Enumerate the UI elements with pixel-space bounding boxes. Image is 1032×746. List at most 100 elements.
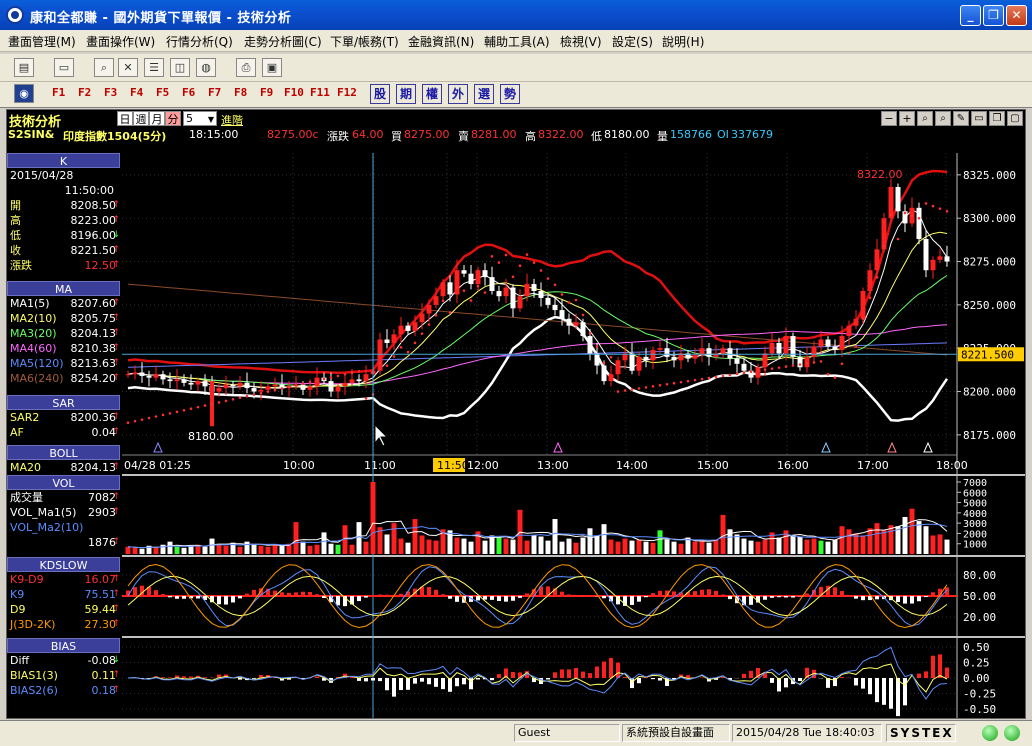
close-button[interactable]: ✕ [1006,5,1027,26]
fkey-f8[interactable]: F8 [234,86,247,99]
magnify-icon[interactable]: ⌕ [917,111,933,126]
info-row-label: Diff [10,654,30,667]
logo-button-icon[interactable]: ◉ [14,84,34,103]
zoom-in-icon[interactable]: + [899,111,915,126]
layout-icon[interactable]: ▤ [14,58,34,77]
menu-item-screen-manage[interactable]: 畫面管理(M) [8,33,76,50]
period-week-button[interactable]: 週 [133,111,149,126]
monitor-icon[interactable]: ▭ [54,58,74,77]
menu-item-order-account[interactable]: 下單/帳務(T) [330,33,399,50]
kd-section-header[interactable]: KDSLOW [7,557,120,572]
menu-item-help[interactable]: 說明(H) [662,33,704,50]
sar-dot [875,275,879,279]
fkey-f11[interactable]: F11 [310,86,330,99]
shortcut-select[interactable]: 選 [474,84,494,104]
ma-section-header[interactable]: MA [7,281,120,296]
fkey-f3[interactable]: F3 [104,86,117,99]
period-day-button[interactable]: 日 [117,111,133,126]
bias-diff-bar [182,676,186,678]
magnify-minus-icon[interactable]: ⌕ [935,111,951,126]
shortcut-options[interactable]: 權 [422,84,442,104]
candle-down [328,381,334,392]
menu-item-view[interactable]: 檢視(V) [560,33,602,50]
fkey-f5[interactable]: F5 [156,86,169,99]
boll-section-header[interactable]: BOLL [7,445,120,460]
sar-dot [777,366,781,369]
volume-bar [188,545,194,554]
sar-section-header[interactable]: SAR [7,395,120,410]
bias-section-header[interactable]: BIAS [7,638,120,653]
minimize-button[interactable]: _ [960,5,981,26]
table-icon[interactable]: ☰ [144,58,164,77]
volume-bar [237,546,243,554]
fkey-f12[interactable]: F12 [337,86,357,99]
sar-dot [672,381,676,385]
maximize-button[interactable]: ❐ [983,5,1004,26]
globe-icon[interactable]: ◍ [196,58,216,77]
bias-diff-bar [392,678,396,697]
technical-chart[interactable]: 8325.0008300.0008275.0008250.0008225.000… [122,153,1025,718]
menu-item-trend-chart[interactable]: 走勢分析圖(C) [244,33,322,50]
candle-down [825,339,831,347]
sar-dot [196,405,200,409]
fkey-f10[interactable]: F10 [284,86,304,99]
fkey-f9[interactable]: F9 [260,86,273,99]
kd-diff-bar [525,593,529,596]
volume-bar [664,539,670,554]
title-bar[interactable]: 康和全都賺 - 國外期貨下單報價 - 技術分析 _ ❐ ✕ [0,0,1032,30]
price-tick-label: 8275.000 [963,256,1016,269]
arrow-up-icon: ↑ [112,215,120,225]
fkey-f1[interactable]: F1 [52,86,65,99]
sar-dot [854,345,858,348]
menu-item-quote-analysis[interactable]: 行情分析(Q) [166,33,233,50]
candle-up [783,336,789,354]
sar-dot [525,253,529,256]
candle-up [636,356,642,371]
split-icon[interactable]: ◫ [170,58,190,77]
menu-item-settings[interactable]: 設定(S) [612,33,653,50]
shortcut-futures[interactable]: 期 [396,84,416,104]
search-icon[interactable]: ⌕ [94,58,114,77]
fkey-f6[interactable]: F6 [182,86,195,99]
advanced-link[interactable]: 進階 [221,112,243,128]
fkey-f4[interactable]: F4 [130,86,143,99]
info-row-value: 8204.13 [70,327,117,340]
volume-bar [566,538,572,554]
candle-up [349,379,355,383]
fkey-f7[interactable]: F7 [208,86,221,99]
shortcut-trend[interactable]: 勢 [500,84,520,104]
time-tick-label: 18:00 [936,459,968,472]
shortcut-foreign[interactable]: 外 [448,84,468,104]
menu-item-tools[interactable]: 輔助工具(A) [484,33,550,50]
shortcut-stock[interactable]: 股 [370,84,390,104]
window-icon[interactable]: ▣ [262,58,282,77]
draw-icon[interactable]: ✎ [953,111,969,126]
vol-section-header[interactable]: VOL [7,475,120,490]
restore-icon[interactable]: ❐ [989,111,1005,126]
menu-item-financial-info[interactable]: 金融資訊(N) [408,33,474,50]
interval-select[interactable]: 5 ▼ [183,111,217,126]
info-row: VOL_Ma1(5) 2903 ↑ [7,505,120,520]
volume-bar [881,530,887,554]
print-icon[interactable]: ⎙ [236,58,256,77]
window-max-icon[interactable]: ▢ [1007,111,1023,126]
quote-volume: 158766 [670,128,712,141]
candle-up [174,379,180,382]
menu-item-screen-ops[interactable]: 畫面操作(W) [86,33,155,50]
price-tick-label: 8175.000 [963,429,1016,442]
bias-diff-bar [784,678,788,688]
sar-dot [735,372,739,376]
zoom-out-icon[interactable]: − [881,111,897,126]
bias-diff-bar [581,671,585,678]
sar-dot [595,345,599,348]
sar-dot [903,211,907,215]
period-minute-button[interactable]: 分 [165,111,181,126]
close-window-icon[interactable]: ✕ [118,58,138,77]
volume-bar [524,540,530,554]
fkey-f2[interactable]: F2 [78,86,91,99]
candle-up [503,287,509,297]
period-month-button[interactable]: 月 [149,111,165,126]
candle-down [587,336,593,354]
k-section-header[interactable]: K [7,153,120,168]
save-icon[interactable]: ▭ [971,111,987,126]
